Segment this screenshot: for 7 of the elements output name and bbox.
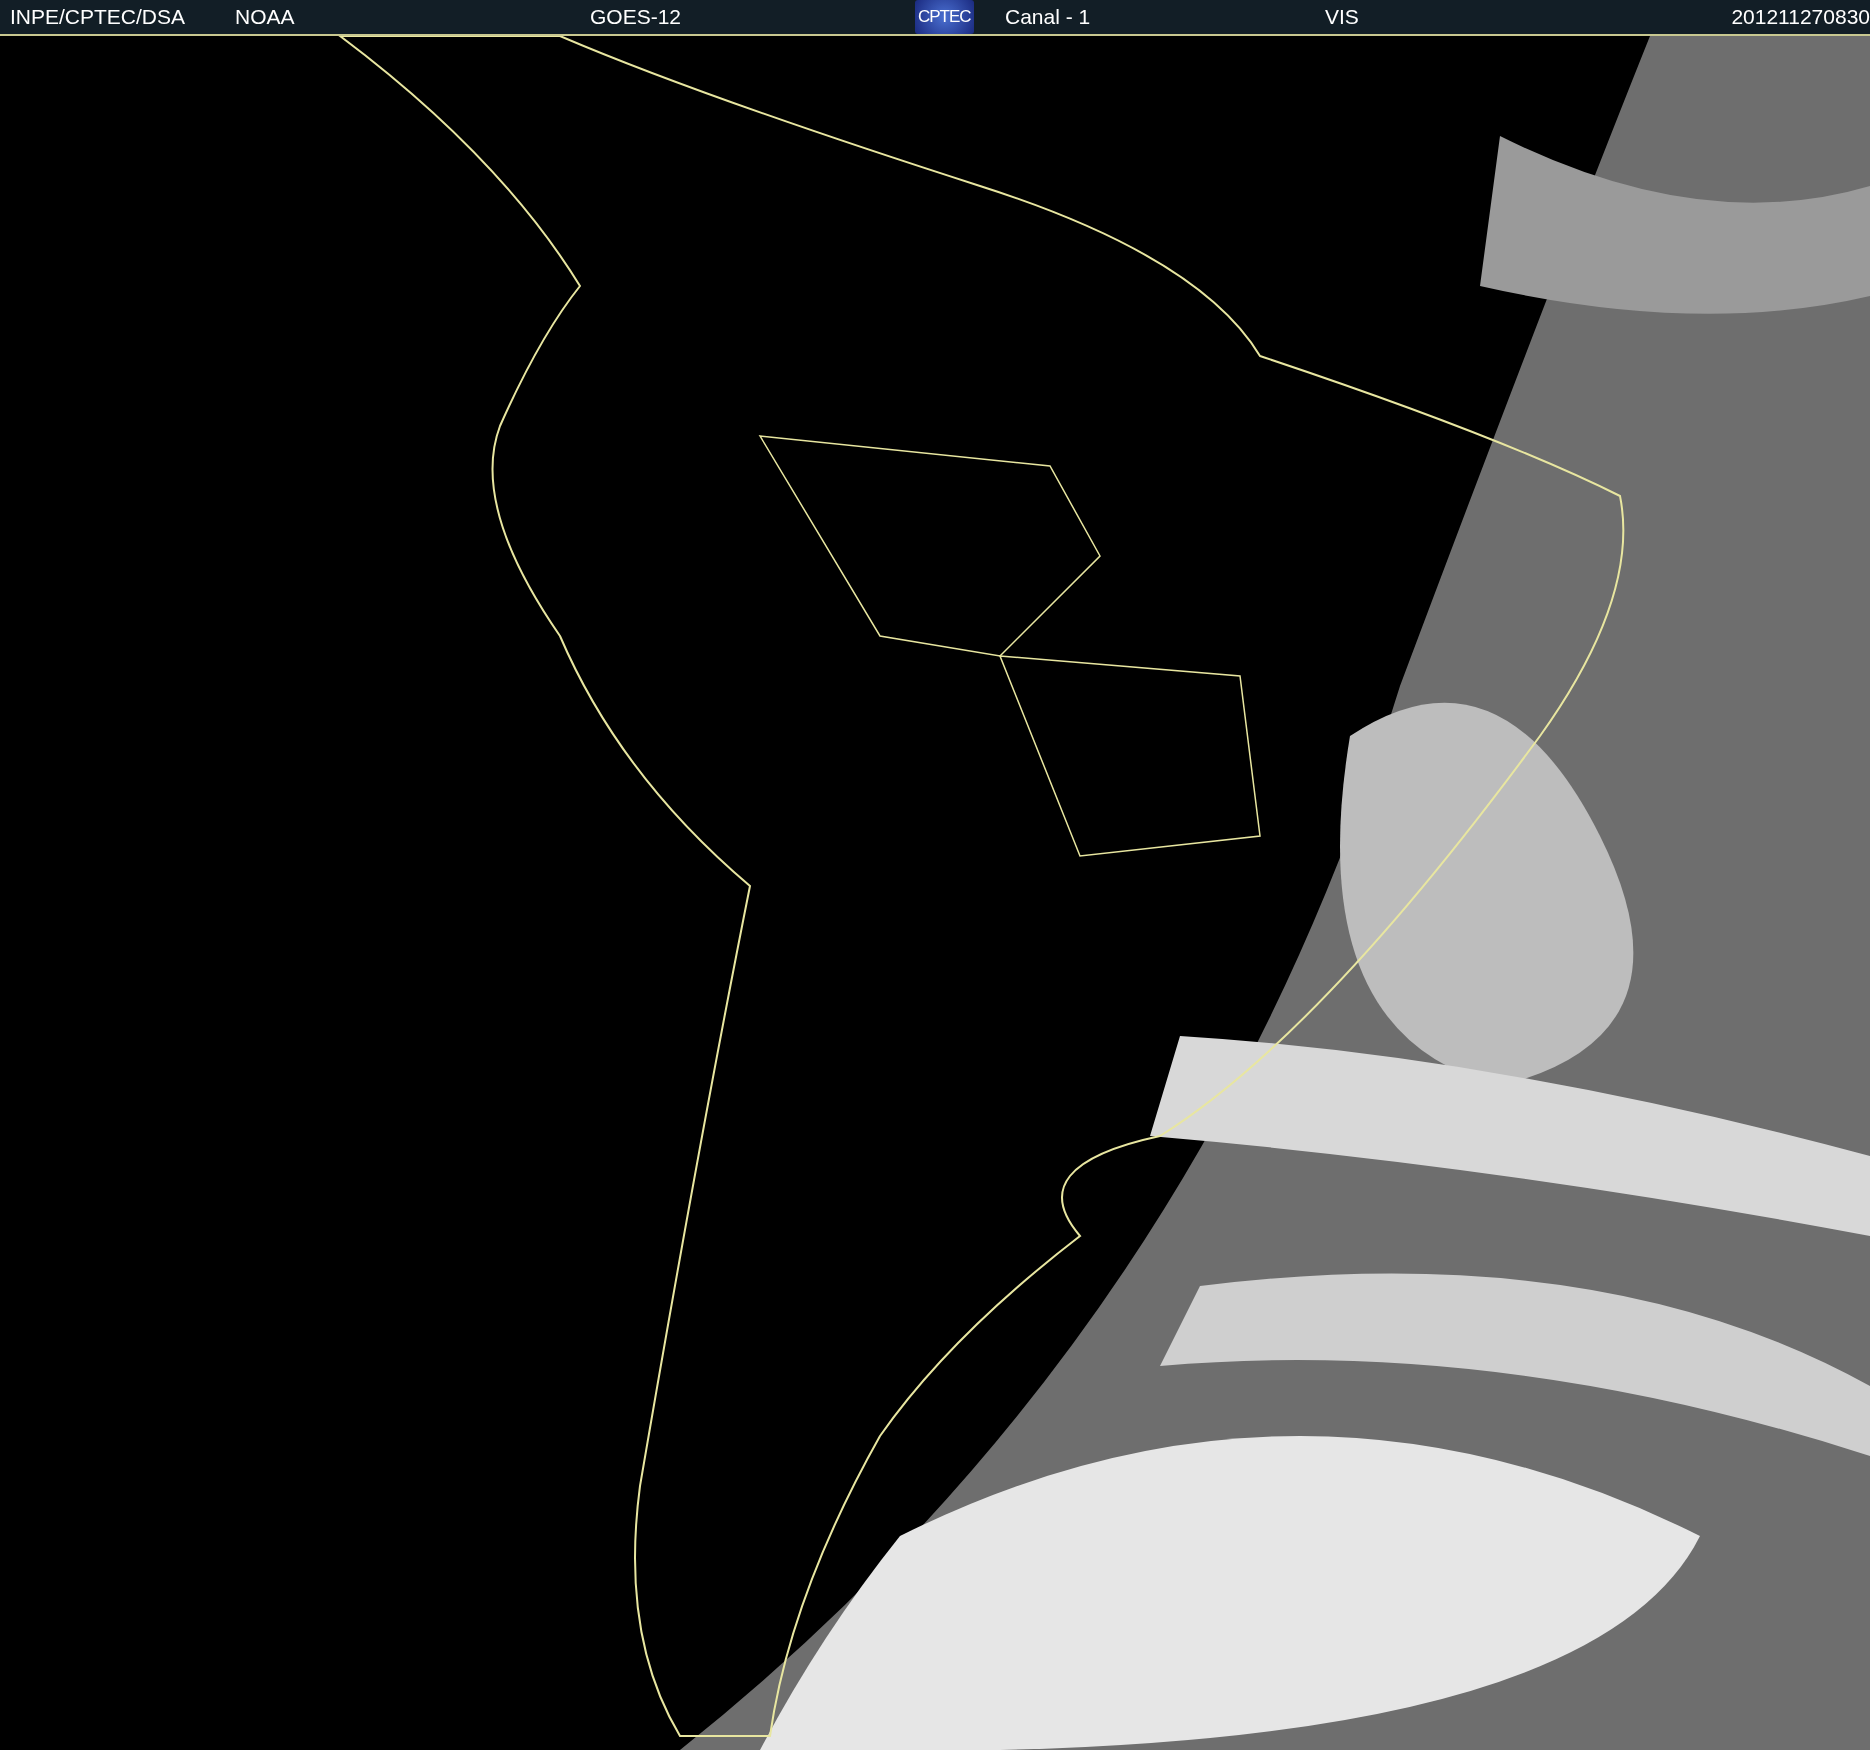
header-label: INPE/CPTEC/DSA xyxy=(10,5,186,29)
header-label: Canal - 1 xyxy=(1005,5,1091,29)
header-label: NOAA xyxy=(235,5,295,29)
header-label: 201211270830 xyxy=(1731,5,1870,29)
header-label: VIS xyxy=(1325,5,1359,29)
cptec-logo: CPTEC xyxy=(915,0,974,34)
header-label: GOES-12 xyxy=(590,5,682,29)
